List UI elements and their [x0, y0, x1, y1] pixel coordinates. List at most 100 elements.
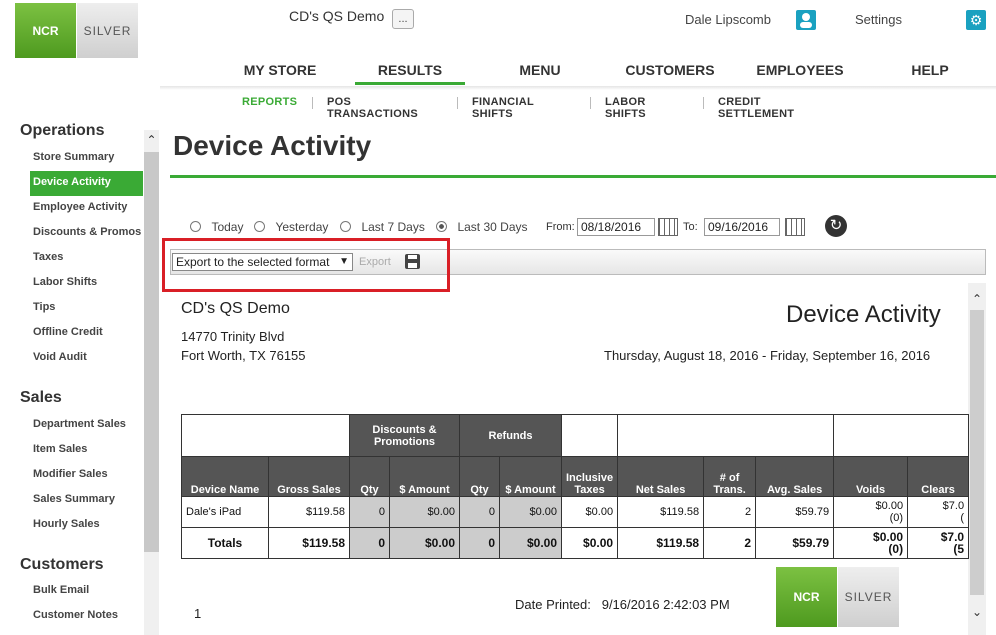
table-cell: $7.0 (5 — [907, 527, 970, 559]
range-last-7-days[interactable]: Last 7 Days — [340, 218, 425, 236]
top-nav: MY STORE RESULTS MENU CUSTOMERS EMPLOYEE… — [0, 60, 996, 86]
page-title: Device Activity — [173, 130, 372, 161]
report-scroll-thumb[interactable] — [970, 310, 984, 595]
sidebar-item-void-audit[interactable]: Void Audit — [33, 351, 87, 363]
subnav-divider — [312, 97, 313, 109]
table-header-blank — [833, 414, 970, 457]
table-cell: 0 — [349, 527, 390, 559]
refresh-icon[interactable]: ↻ — [825, 215, 847, 237]
table-cell: 0 — [349, 496, 390, 528]
calendar-icon[interactable] — [785, 218, 805, 236]
settings-label[interactable]: Settings — [855, 12, 902, 27]
nav-active-indicator — [355, 82, 465, 85]
sidebar-item-offline-credit[interactable]: Offline Credit — [33, 326, 103, 338]
radio-icon[interactable] — [340, 221, 351, 233]
sidebar-item-tips[interactable]: Tips — [33, 301, 55, 313]
nav-divider — [160, 86, 996, 90]
store-more-button[interactable]: ... — [392, 9, 414, 29]
range-today[interactable]: Today — [190, 218, 243, 236]
to-label: To: — [683, 221, 698, 233]
table-totals-row: Totals $119.58 0 $0.00 0 $0.00 $0.00 $11… — [181, 527, 970, 559]
sidebar-item-store-summary[interactable]: Store Summary — [33, 151, 114, 163]
table-cell: 2 — [703, 527, 757, 559]
report-scroll-down-icon[interactable]: ⌄ — [968, 605, 986, 619]
radio-icon[interactable] — [190, 221, 201, 233]
report-scroll-up-icon[interactable]: ⌃ — [968, 292, 986, 306]
clears-amount: $7.0 — [942, 500, 965, 512]
sidebar-item-discounts-promos[interactable]: Discounts & Promos — [33, 226, 141, 238]
report-ncr-logo: NCR — [776, 567, 837, 627]
silver-logo: SILVER — [77, 3, 138, 58]
sidebar-item-modifier-sales[interactable]: Modifier Sales — [33, 468, 108, 480]
sidebar-item-sales-summary[interactable]: Sales Summary — [33, 493, 115, 505]
range-yesterday[interactable]: Yesterday — [254, 218, 328, 236]
report-date-range: Thursday, August 18, 2016 - Friday, Sept… — [604, 348, 931, 363]
clears-count: (5 — [953, 542, 965, 556]
sidebar-item-labor-shifts[interactable]: Labor Shifts — [33, 276, 97, 288]
sidebar-item-device-activity[interactable]: Device Activity — [33, 176, 111, 188]
table-column-header: Qty — [459, 456, 500, 497]
subnav-financial-shifts[interactable]: FINANCIAL SHIFTS — [472, 96, 534, 120]
table-cell: $0.00 (0) — [833, 527, 909, 559]
report-address-line2: Fort Worth, TX 76155 — [181, 348, 306, 363]
table-cell: $59.79 — [755, 496, 835, 528]
table-cell: $0.00 — [560, 496, 619, 528]
sidebar-heading-customers: Customers — [20, 556, 104, 573]
sidebar-item-item-sales[interactable]: Item Sales — [33, 443, 87, 455]
nav-help[interactable]: HELP — [900, 62, 960, 78]
report-title: Device Activity — [786, 301, 941, 328]
date-printed-value: 9/16/2016 2:42:03 PM — [601, 597, 730, 612]
table-column-header: $ Amount — [499, 456, 562, 497]
voids-count: (0) — [888, 542, 904, 556]
sidebar-item-taxes[interactable]: Taxes — [33, 251, 63, 263]
table-cell: 0 — [459, 527, 500, 559]
range-last-30-days[interactable]: Last 30 Days — [436, 218, 528, 236]
from-date-input[interactable]: 08/18/2016 — [577, 218, 655, 236]
table-column-header: Clears — [907, 456, 970, 497]
sidebar-item-hourly-sales[interactable]: Hourly Sales — [33, 518, 100, 530]
from-label: From: — [546, 221, 575, 233]
table-cell: Dale's iPad — [181, 496, 269, 528]
nav-customers[interactable]: CUSTOMERS — [620, 62, 720, 78]
table-group-header: Discounts & Promotions — [349, 414, 460, 457]
range-label: Today — [211, 220, 244, 234]
nav-results[interactable]: RESULTS — [355, 62, 465, 78]
subnav-divider — [457, 97, 458, 109]
sidebar-item-customer-notes[interactable]: Customer Notes — [33, 609, 118, 621]
table-cell: $0.00 — [560, 527, 619, 559]
table-column-header: # of Trans. — [703, 456, 757, 497]
table-column-header: Net Sales — [617, 456, 705, 497]
table-cell: $119.58 — [617, 527, 705, 559]
ncr-logo[interactable]: NCR — [15, 3, 76, 58]
sidebar-scroll-thumb[interactable] — [144, 152, 159, 552]
subnav-pos-transactions[interactable]: POS TRANSACTIONS — [327, 96, 418, 120]
sidebar-item-employee-activity[interactable]: Employee Activity — [33, 201, 127, 213]
sidebar-heading-operations: Operations — [20, 122, 105, 139]
sidebar-item-bulk-email[interactable]: Bulk Email — [33, 584, 89, 596]
user-icon[interactable] — [796, 10, 816, 30]
subnav-credit-settlement[interactable]: CREDIT SETTLEMENT — [718, 96, 794, 120]
date-printed: Date Printed: 9/16/2016 2:42:03 PM — [515, 597, 730, 612]
nav-my-store[interactable]: MY STORE — [240, 62, 320, 78]
user-name: Dale Lipscomb — [685, 12, 771, 27]
date-printed-label: Date Printed: — [515, 597, 591, 612]
gear-icon[interactable]: ⚙ — [966, 10, 986, 30]
nav-employees[interactable]: EMPLOYEES — [750, 62, 850, 78]
table-cell: $59.79 — [755, 527, 835, 559]
radio-selected-icon[interactable] — [436, 221, 447, 233]
calendar-icon[interactable] — [658, 218, 678, 236]
subnav-labor-shifts[interactable]: LABOR SHIFTS — [605, 96, 646, 120]
sidebar-scroll-up-icon[interactable]: ⌃ — [144, 130, 159, 150]
radio-icon[interactable] — [254, 221, 265, 233]
report-address-line1: 14770 Trinity Blvd — [181, 329, 285, 344]
table-cell: 0 — [459, 496, 500, 528]
sidebar-item-department-sales[interactable]: Department Sales — [33, 418, 126, 430]
table-column-header: Voids — [833, 456, 909, 497]
subnav-reports[interactable]: REPORTS — [242, 96, 297, 108]
device-activity-table: Discounts & Promotions Refunds Device Na… — [181, 414, 970, 559]
table-group-header: Refunds — [459, 414, 562, 457]
nav-menu[interactable]: MENU — [505, 62, 575, 78]
voids-count: (0) — [889, 512, 904, 524]
to-date-input[interactable]: 09/16/2016 — [704, 218, 780, 236]
table-column-header: Avg. Sales — [755, 456, 835, 497]
